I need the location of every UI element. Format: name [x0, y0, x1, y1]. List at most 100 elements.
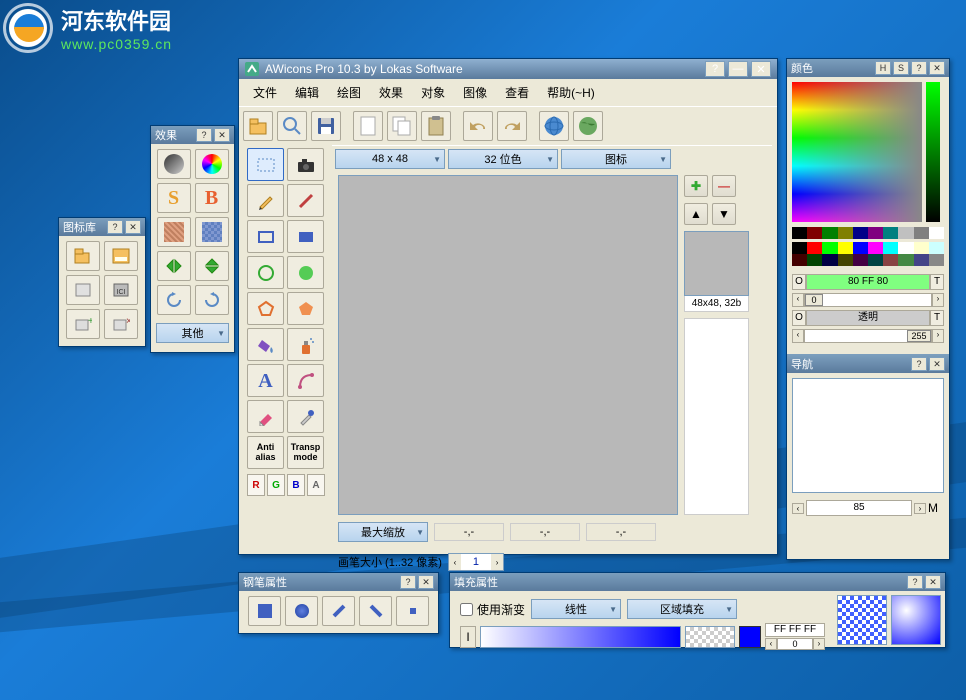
- swatch[interactable]: [929, 242, 944, 254]
- copy-button[interactable]: [387, 111, 417, 141]
- menu-object[interactable]: 对象: [413, 82, 453, 103]
- size-dropdown[interactable]: 48 x 48: [335, 149, 445, 169]
- swatch[interactable]: [807, 242, 822, 254]
- fx-close-button[interactable]: ✕: [214, 128, 230, 142]
- alpha-o-label[interactable]: O: [792, 310, 806, 326]
- nav-zoom-right[interactable]: ›: [914, 503, 926, 514]
- search-button[interactable]: [277, 111, 307, 141]
- swatch[interactable]: [883, 254, 898, 266]
- tool-curve[interactable]: [287, 364, 324, 397]
- paste-button[interactable]: [421, 111, 451, 141]
- lib-tool2-button[interactable]: ICI: [104, 275, 138, 305]
- swatch[interactable]: [929, 254, 944, 266]
- tool-antialias[interactable]: Anti alias: [247, 436, 284, 469]
- swatch[interactable]: [898, 254, 913, 266]
- pen-titlebar[interactable]: 钢笔属性 ? ✕: [239, 573, 438, 591]
- fill-close-button[interactable]: ✕: [925, 575, 941, 589]
- alpha-slider-left[interactable]: ‹: [792, 329, 804, 343]
- gradient-preview[interactable]: [480, 626, 681, 648]
- swatch[interactable]: [838, 254, 853, 266]
- swatch[interactable]: [914, 254, 929, 266]
- swatch[interactable]: [822, 254, 837, 266]
- nav-help-button[interactable]: ?: [911, 357, 927, 371]
- lib-close-button[interactable]: ✕: [125, 220, 141, 234]
- swatch[interactable]: [914, 242, 929, 254]
- fill-help-button[interactable]: ?: [907, 575, 923, 589]
- main-close-button[interactable]: ✕: [751, 61, 771, 77]
- fx-sharpen[interactable]: S: [157, 183, 191, 213]
- tool-pencil[interactable]: [247, 184, 284, 217]
- fx-blur[interactable]: B: [195, 183, 229, 213]
- fx-grayscale[interactable]: [157, 149, 191, 179]
- swatch[interactable]: [792, 227, 807, 239]
- swatch[interactable]: [898, 242, 913, 254]
- web-button[interactable]: [539, 111, 569, 141]
- color-close-button[interactable]: ✕: [929, 61, 945, 75]
- tool-rect-fill[interactable]: [287, 220, 324, 253]
- swatch[interactable]: [807, 254, 822, 266]
- swatch[interactable]: [838, 242, 853, 254]
- tool-poly-fill[interactable]: [287, 292, 324, 325]
- swatch[interactable]: [822, 227, 837, 239]
- swatch[interactable]: [807, 227, 822, 239]
- color-field[interactable]: [792, 82, 922, 222]
- swatch[interactable]: [853, 242, 868, 254]
- swatch[interactable]: [853, 254, 868, 266]
- swatch[interactable]: [868, 242, 883, 254]
- remove-format-button[interactable]: —: [712, 175, 736, 197]
- channel-b[interactable]: B: [287, 474, 305, 496]
- icon-library-titlebar[interactable]: 图标库 ? ✕: [59, 218, 145, 236]
- fill-i-button[interactable]: I: [460, 626, 476, 648]
- fill-hex-value[interactable]: FF FF FF: [765, 623, 825, 637]
- main-titlebar[interactable]: AWicons Pro 10.3 by Lokas Software ? — ✕: [239, 59, 777, 79]
- fill-preview-2[interactable]: [891, 595, 941, 645]
- pen-help-button[interactable]: ?: [400, 575, 416, 589]
- gradient-type-dropdown[interactable]: 线性: [531, 599, 621, 619]
- lib-add-button[interactable]: +: [66, 309, 100, 339]
- nav-canvas[interactable]: [792, 378, 944, 493]
- fill-titlebar[interactable]: 填充属性 ? ✕: [450, 573, 945, 591]
- format-list[interactable]: [684, 318, 749, 515]
- rgb-t-label[interactable]: T: [930, 274, 944, 290]
- nav-zoom-left[interactable]: ‹: [792, 503, 804, 514]
- nav-close-button[interactable]: ✕: [929, 357, 945, 371]
- format-up-button[interactable]: ▲: [684, 203, 708, 225]
- main-help-button[interactable]: ?: [705, 61, 725, 77]
- swatch[interactable]: [883, 242, 898, 254]
- menu-view[interactable]: 查看: [497, 82, 537, 103]
- open-button[interactable]: [243, 111, 273, 141]
- menu-image[interactable]: 图像: [455, 82, 495, 103]
- tool-camera[interactable]: [287, 148, 324, 181]
- swatch[interactable]: [868, 227, 883, 239]
- undo-button[interactable]: [463, 111, 493, 141]
- swatch[interactable]: [822, 242, 837, 254]
- rgb-slider[interactable]: 0: [804, 293, 932, 307]
- fill-slider-value[interactable]: 0: [777, 638, 813, 650]
- rgb-value[interactable]: 80 FF 80: [806, 274, 930, 290]
- swatch[interactable]: [868, 254, 883, 266]
- brush-size-down[interactable]: ‹: [449, 554, 461, 570]
- tool-eraser[interactable]: [247, 400, 284, 433]
- alpha-t-label[interactable]: T: [930, 310, 944, 326]
- pen-style-backslash[interactable]: [359, 596, 392, 626]
- rgb-o-label[interactable]: O: [792, 274, 806, 290]
- gradient-checkbox[interactable]: 使用渐变: [460, 601, 525, 618]
- fx-texture1[interactable]: [157, 217, 191, 247]
- tool-transp[interactable]: Transp mode: [287, 436, 324, 469]
- swatch[interactable]: [792, 242, 807, 254]
- fill-preview-1[interactable]: [837, 595, 887, 645]
- fill-slider-right[interactable]: ›: [813, 638, 825, 650]
- lib-save-button[interactable]: [104, 241, 138, 271]
- color-h-button[interactable]: H: [875, 61, 891, 75]
- tool-text[interactable]: A: [247, 364, 284, 397]
- nav-m-button[interactable]: M: [928, 501, 944, 515]
- nav-titlebar[interactable]: 导航 ? ✕: [787, 355, 949, 373]
- color-s-button[interactable]: S: [893, 61, 909, 75]
- tool-fill[interactable]: [247, 328, 284, 361]
- lib-remove-button[interactable]: ×: [104, 309, 138, 339]
- menu-help[interactable]: 帮助(~H): [539, 82, 603, 103]
- fx-texture2[interactable]: [195, 217, 229, 247]
- web2-button[interactable]: [573, 111, 603, 141]
- redo-button[interactable]: [497, 111, 527, 141]
- rgb-slider-right[interactable]: ›: [932, 293, 944, 307]
